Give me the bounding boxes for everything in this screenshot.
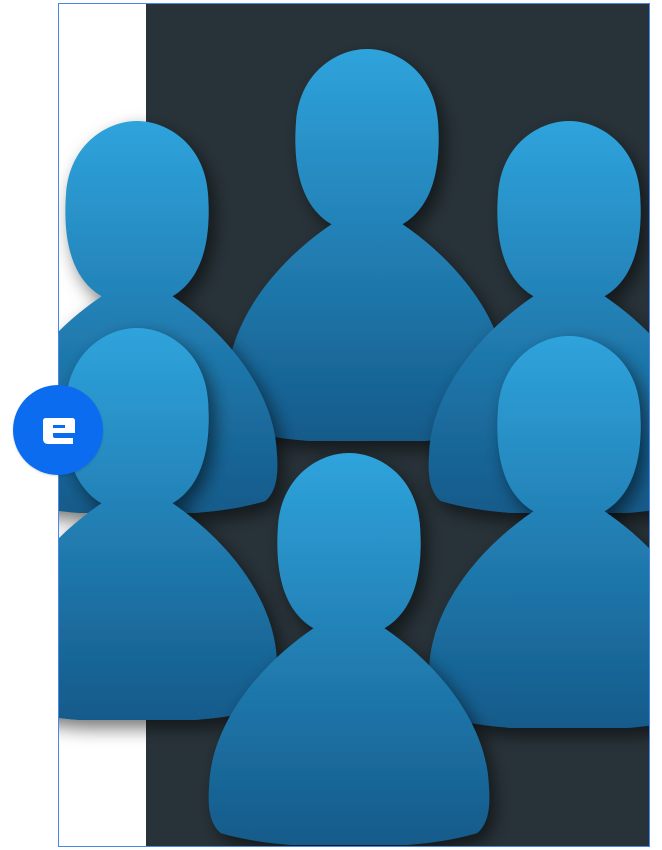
people-group-illustration [59, 48, 649, 845]
edit-button[interactable] [13, 385, 103, 475]
letter-e-icon [43, 418, 75, 444]
page [0, 0, 662, 850]
image-canvas [58, 3, 650, 847]
